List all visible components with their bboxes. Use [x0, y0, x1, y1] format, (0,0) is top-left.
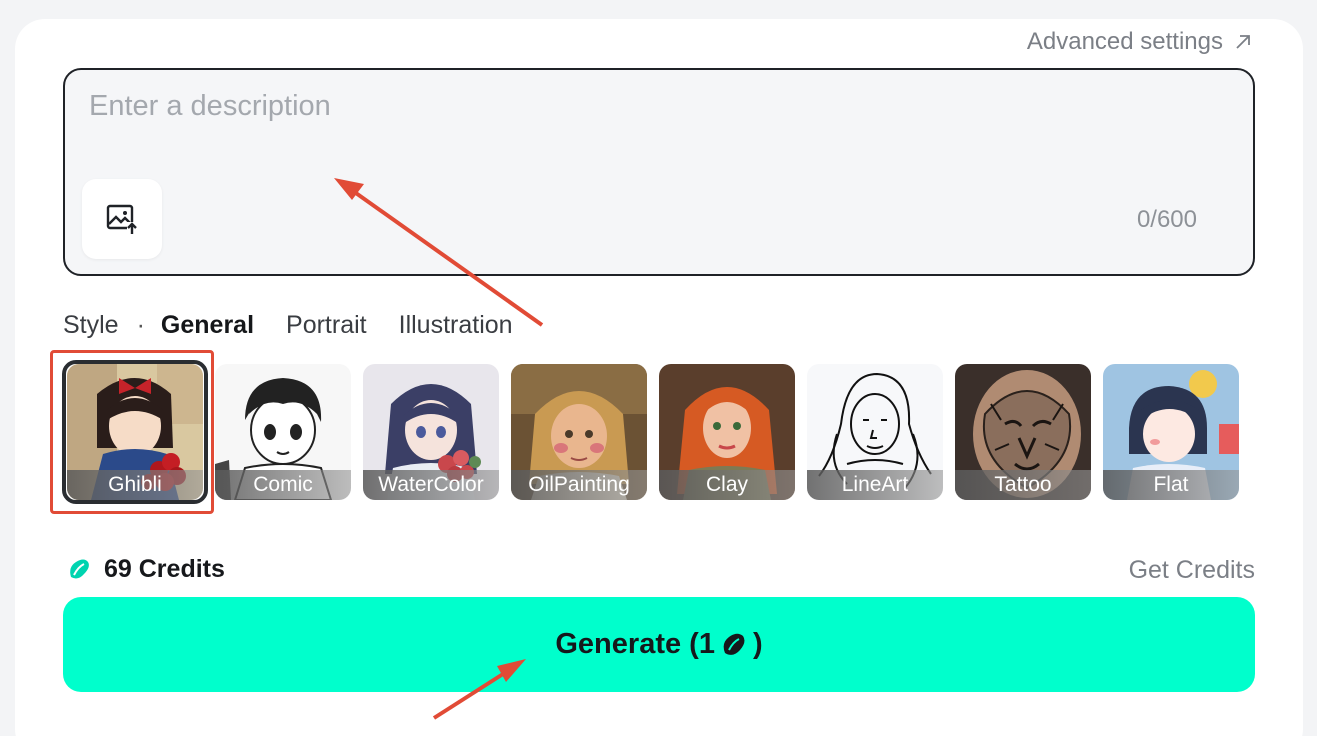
credits-balance: 69 Credits — [66, 555, 225, 584]
credits-label: 69 Credits — [104, 555, 225, 583]
style-item-label: Ghibli — [67, 470, 203, 500]
style-item-lineart[interactable]: LineArt — [807, 364, 943, 500]
tab-illustration[interactable]: Illustration — [399, 311, 513, 340]
style-item-label: Clay — [659, 470, 795, 500]
description-input[interactable] — [89, 90, 1229, 170]
style-item-watercolor[interactable]: WaterColor — [363, 364, 499, 500]
style-item-label: Flat — [1103, 470, 1239, 500]
style-item-comic[interactable]: Comic — [215, 364, 351, 500]
style-item-tattoo[interactable]: Tattoo — [955, 364, 1091, 500]
character-counter: 0/600 — [1136, 206, 1197, 233]
style-thumbnails: Ghibli Comic WaterColor OilPainting Clay… — [67, 364, 1247, 500]
upload-image-button[interactable] — [82, 179, 162, 259]
image-upload-icon — [106, 204, 138, 235]
style-item-label: Comic — [215, 470, 351, 500]
description-box: 0/600 — [63, 68, 1255, 276]
style-item-label: WaterColor — [363, 470, 499, 500]
style-tabs: Style · General Portrait Illustration — [63, 308, 545, 342]
style-item-flat[interactable]: Flat — [1103, 364, 1239, 500]
bean-icon — [70, 559, 89, 578]
style-item-label: LineArt — [807, 470, 943, 500]
style-separator: · — [136, 310, 145, 339]
style-label: Style — [63, 310, 119, 339]
style-item-oilpainting[interactable]: OilPainting — [511, 364, 647, 500]
generate-label-suffix: ) — [752, 628, 763, 660]
style-item-label: OilPainting — [511, 470, 647, 500]
tab-general[interactable]: General — [161, 311, 254, 340]
tab-portrait[interactable]: Portrait — [286, 311, 367, 340]
generate-label-prefix: Generate (1 — [555, 628, 715, 660]
style-item-clay[interactable]: Clay — [659, 364, 795, 500]
bean-icon — [723, 633, 745, 655]
style-item-label: Tattoo — [955, 470, 1091, 500]
generate-button[interactable]: Generate (1 ) — [63, 597, 1255, 692]
external-arrow-icon — [1236, 35, 1250, 49]
style-item-ghibli[interactable]: Ghibli — [67, 364, 203, 500]
advanced-settings-link[interactable]: Advanced settings — [1027, 28, 1253, 56]
advanced-settings-label: Advanced settings — [1026, 28, 1223, 55]
get-credits-link[interactable]: Get Credits — [1129, 556, 1255, 585]
